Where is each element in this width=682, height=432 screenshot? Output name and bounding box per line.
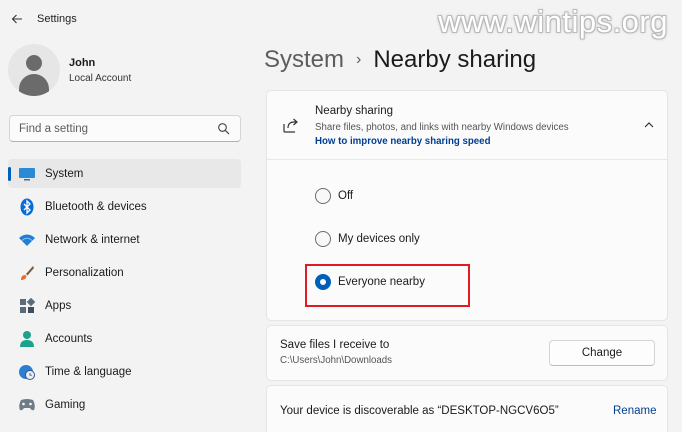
share-icon bbox=[283, 118, 298, 133]
avatar-head-shape bbox=[26, 55, 42, 71]
nearby-sharing-card: Nearby sharing Share files, photos, and … bbox=[266, 90, 668, 321]
sidebar-item-time-language[interactable]: Time & language bbox=[8, 357, 241, 386]
change-button[interactable]: Change bbox=[549, 340, 655, 366]
sidebar-item-label: Accounts bbox=[45, 332, 93, 345]
nearby-sharing-header[interactable]: Nearby sharing Share files, photos, and … bbox=[267, 91, 667, 160]
app-title: Settings bbox=[37, 13, 77, 25]
profile-name: John bbox=[69, 56, 96, 69]
sidebar-item-label: Time & language bbox=[45, 365, 132, 378]
sidebar-item-network[interactable]: Network & internet bbox=[8, 225, 241, 254]
system-icon bbox=[18, 165, 36, 183]
sidebar-item-gaming[interactable]: Gaming bbox=[8, 390, 241, 419]
chevron-up-icon[interactable] bbox=[643, 119, 655, 131]
sidebar-item-label: Bluetooth & devices bbox=[45, 200, 147, 213]
sidebar-item-label: System bbox=[45, 167, 84, 180]
breadcrumb: System › Nearby sharing bbox=[264, 46, 536, 74]
sidebar-item-label: Network & internet bbox=[45, 233, 140, 246]
back-button[interactable] bbox=[2, 4, 32, 34]
breadcrumb-separator: › bbox=[356, 51, 362, 68]
user-profile[interactable]: John Local Account bbox=[8, 44, 131, 96]
radio-option-my-devices[interactable]: My devices only bbox=[315, 231, 420, 247]
sidebar-item-personalization[interactable]: Personalization bbox=[8, 258, 241, 287]
device-name-text: Your device is discoverable as “DESKTOP-… bbox=[280, 405, 559, 417]
search-input[interactable]: Find a setting bbox=[9, 115, 241, 142]
radio-label: Off bbox=[338, 190, 354, 202]
gamepad-icon bbox=[18, 396, 36, 414]
nearby-sharing-title: Nearby sharing bbox=[315, 105, 393, 117]
radio-button[interactable] bbox=[315, 231, 331, 247]
clock-globe-icon bbox=[18, 363, 36, 381]
sidebar-item-bluetooth[interactable]: Bluetooth & devices bbox=[8, 192, 241, 221]
radio-option-off[interactable]: Off bbox=[315, 188, 353, 204]
save-location-path: C:\Users\John\Downloads bbox=[280, 355, 392, 366]
save-location-card: Save files I receive to C:\Users\John\Do… bbox=[266, 325, 668, 381]
save-location-title: Save files I receive to bbox=[280, 339, 390, 351]
sidebar-item-label: Personalization bbox=[45, 266, 124, 279]
wifi-icon bbox=[18, 231, 36, 249]
sidebar-item-apps[interactable]: Apps bbox=[8, 291, 241, 320]
rename-link[interactable]: Rename bbox=[613, 405, 656, 417]
nearby-sharing-description: Share files, photos, and links with near… bbox=[315, 122, 569, 133]
annotation-highlight-box bbox=[305, 264, 470, 307]
sidebar-item-accounts[interactable]: Accounts bbox=[8, 324, 241, 353]
avatar-body-shape bbox=[19, 74, 49, 96]
profile-text: John Local Account bbox=[69, 57, 131, 84]
accounts-icon bbox=[18, 330, 36, 348]
apps-icon bbox=[18, 297, 36, 315]
sidebar-nav: System Bluetooth & devices Network & int… bbox=[8, 159, 241, 423]
sidebar-item-label: Gaming bbox=[45, 398, 86, 411]
breadcrumb-parent[interactable]: System bbox=[264, 46, 344, 74]
search-icon bbox=[218, 122, 230, 134]
avatar bbox=[8, 44, 60, 96]
back-arrow-icon bbox=[11, 14, 22, 24]
page-title: Nearby sharing bbox=[373, 46, 537, 73]
watermark: www.wintips.org bbox=[438, 4, 668, 39]
search-placeholder: Find a setting bbox=[19, 122, 89, 135]
sidebar-item-system[interactable]: System bbox=[8, 159, 241, 188]
improve-speed-link[interactable]: How to improve nearby sharing speed bbox=[315, 136, 491, 147]
radio-label: My devices only bbox=[338, 233, 420, 245]
sidebar-item-label: Apps bbox=[45, 299, 72, 312]
radio-button[interactable] bbox=[315, 188, 331, 204]
device-discoverable-card: Your device is discoverable as “DESKTOP-… bbox=[266, 385, 668, 432]
profile-account-type: Local Account bbox=[69, 72, 132, 84]
brush-icon bbox=[18, 264, 36, 282]
bluetooth-icon bbox=[18, 198, 36, 216]
